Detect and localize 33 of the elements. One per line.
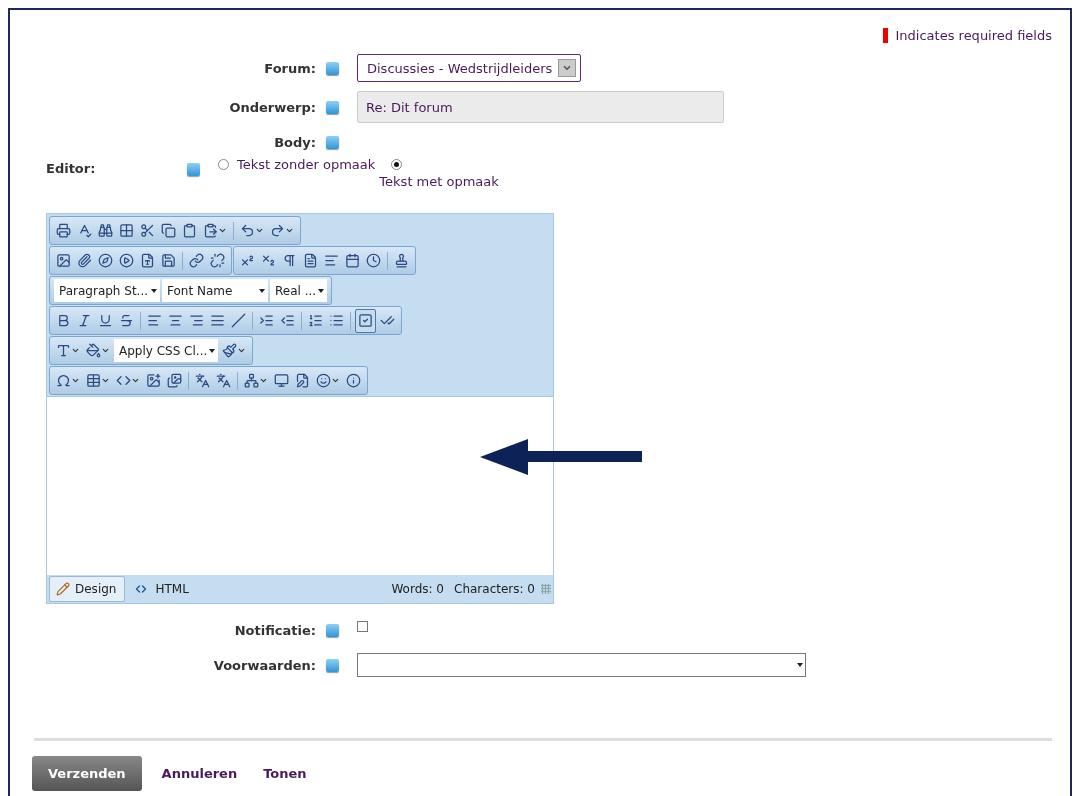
checkbox[interactable] <box>357 620 368 632</box>
pencil-icon <box>56 582 70 596</box>
character-count: Characters: 0 <box>454 582 535 596</box>
subject-input[interactable]: Re: Dit forum <box>357 91 724 123</box>
submit-button[interactable]: Verzenden <box>32 756 142 791</box>
editor-mode-tab[interactable]: Design <box>49 576 126 602</box>
field-label: Body: <box>273 134 316 150</box>
help-icon[interactable] <box>326 61 339 75</box>
word-count: Words: 0 <box>391 582 444 596</box>
help-icon[interactable] <box>326 623 339 637</box>
field-label: Forum: <box>263 60 316 76</box>
link-button[interactable]: Annuleren <box>155 762 244 785</box>
toolbar-dropdown[interactable]: Font Name <box>162 279 268 302</box>
editor-mode-tab[interactable]: HTML <box>125 576 198 602</box>
toolbar-dropdown[interactable]: Paragraph St... <box>54 279 160 302</box>
required-fields-note: Indicates required fields <box>882 28 1052 43</box>
toolbar-dropdown[interactable]: Real ... <box>270 279 328 302</box>
forum-select[interactable]: Discussies - Wedstrijdleiders <box>357 54 582 82</box>
field-label: Notificatie: <box>233 622 316 638</box>
field-label: Voorwaarden: <box>212 657 316 673</box>
field-label: Onderwerp: <box>228 99 316 115</box>
help-icon[interactable] <box>326 100 339 114</box>
help-icon[interactable] <box>326 658 339 672</box>
link-button[interactable]: Tonen <box>257 762 313 785</box>
field-label: Editor: <box>45 161 97 176</box>
help-icon[interactable] <box>326 135 339 149</box>
resize-grip-icon[interactable] <box>541 584 551 594</box>
toolbar-dropdown[interactable]: Apply CSS Cl... <box>114 339 219 362</box>
caret-icon[interactable] <box>558 59 577 77</box>
radio-label[interactable]: Tekst met opmaak <box>379 174 499 189</box>
terms-select[interactable] <box>357 653 806 677</box>
arrow-icon <box>480 439 642 475</box>
radio-label[interactable]: Tekst zonder opmaak <box>237 157 376 172</box>
